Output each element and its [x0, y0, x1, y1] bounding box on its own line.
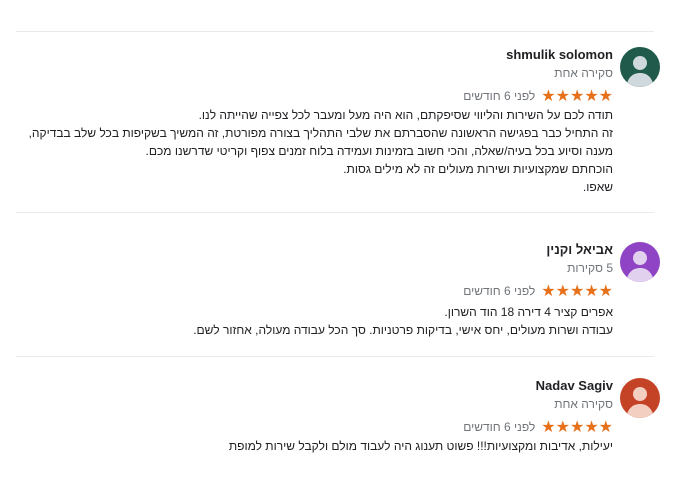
avatar[interactable] [620, 378, 660, 418]
star-icon: ★ [598, 417, 613, 436]
review-time: לפני 6 חודשים [463, 420, 536, 434]
person-avatar-icon [620, 242, 660, 282]
review-count: 5 סקירות [567, 261, 613, 275]
star-icon: ★ [541, 86, 556, 105]
review-time: לפני 6 חודשים [463, 89, 536, 103]
rating-row: ★ ★ ★ ★ ★ לפני 6 חודשים [463, 282, 613, 300]
reviewer-name[interactable]: Nadav Sagiv [536, 378, 613, 393]
star-rating: ★ ★ ★ ★ ★ [541, 88, 613, 104]
review-count: סקירה אחת [554, 397, 613, 411]
star-icon: ★ [584, 86, 599, 105]
review-text-line: מענה וסיוע בכל בעיה/שאלה, והכי חשוב בזמי… [145, 144, 613, 158]
star-rating: ★ ★ ★ ★ ★ [541, 283, 613, 299]
person-avatar-icon [620, 47, 660, 87]
review-divider [16, 356, 654, 357]
reviewer-name[interactable]: אביאל וקנין [546, 242, 613, 257]
star-rating: ★ ★ ★ ★ ★ [541, 419, 613, 435]
star-icon: ★ [541, 281, 556, 300]
review-text: אפרים קציר 4 דירה 18 הוד השרון. עבודה וש… [173, 303, 613, 339]
review-divider [16, 212, 654, 213]
star-icon: ★ [555, 417, 570, 436]
review-time: לפני 6 חודשים [463, 284, 536, 298]
star-icon: ★ [598, 281, 613, 300]
avatar[interactable] [620, 47, 660, 87]
top-divider [16, 31, 654, 32]
review-text: תודה לכם על השירות והליווי שסיפקתם, הוא … [28, 106, 613, 196]
rating-row: ★ ★ ★ ★ ★ לפני 6 חודשים [463, 418, 613, 436]
star-icon: ★ [569, 417, 585, 436]
star-icon: ★ [598, 86, 613, 105]
review-text-line: יעילות, אדיבות ומקצועיות!!! פשוט תענוג ה… [228, 439, 613, 453]
star-icon: ★ [584, 417, 599, 436]
star-icon: ★ [569, 281, 585, 300]
review-text-line: זה התחיל כבר בפגישה הראשונה שהסברתם את ש… [28, 126, 613, 140]
person-avatar-icon [620, 378, 660, 418]
avatar[interactable] [620, 242, 660, 282]
review-text-line: אפרים קציר 4 דירה 18 הוד השרון. [444, 305, 613, 319]
review-text-line: עבודה ושרות מעולים, יחס אישי, בדיקות פרט… [193, 323, 613, 337]
review-count: סקירה אחת [554, 66, 613, 80]
star-icon: ★ [541, 417, 556, 436]
rating-row: ★ ★ ★ ★ ★ לפני 6 חודשים [463, 87, 613, 105]
review-text: יעילות, אדיבות ומקצועיות!!! פשוט תענוג ה… [173, 437, 613, 455]
reviewer-name[interactable]: shmulik solomon [506, 47, 613, 62]
star-icon: ★ [584, 281, 599, 300]
review-text-line: שאפו. [582, 180, 613, 194]
star-icon: ★ [555, 86, 570, 105]
star-icon: ★ [569, 86, 585, 105]
review-text-line: תודה לכם על השירות והליווי שסיפקתם, הוא … [198, 108, 613, 122]
star-icon: ★ [555, 281, 570, 300]
review-text-line: הוכחתם שמקצועיות ושירות מעולים זה לא מיל… [343, 162, 613, 176]
